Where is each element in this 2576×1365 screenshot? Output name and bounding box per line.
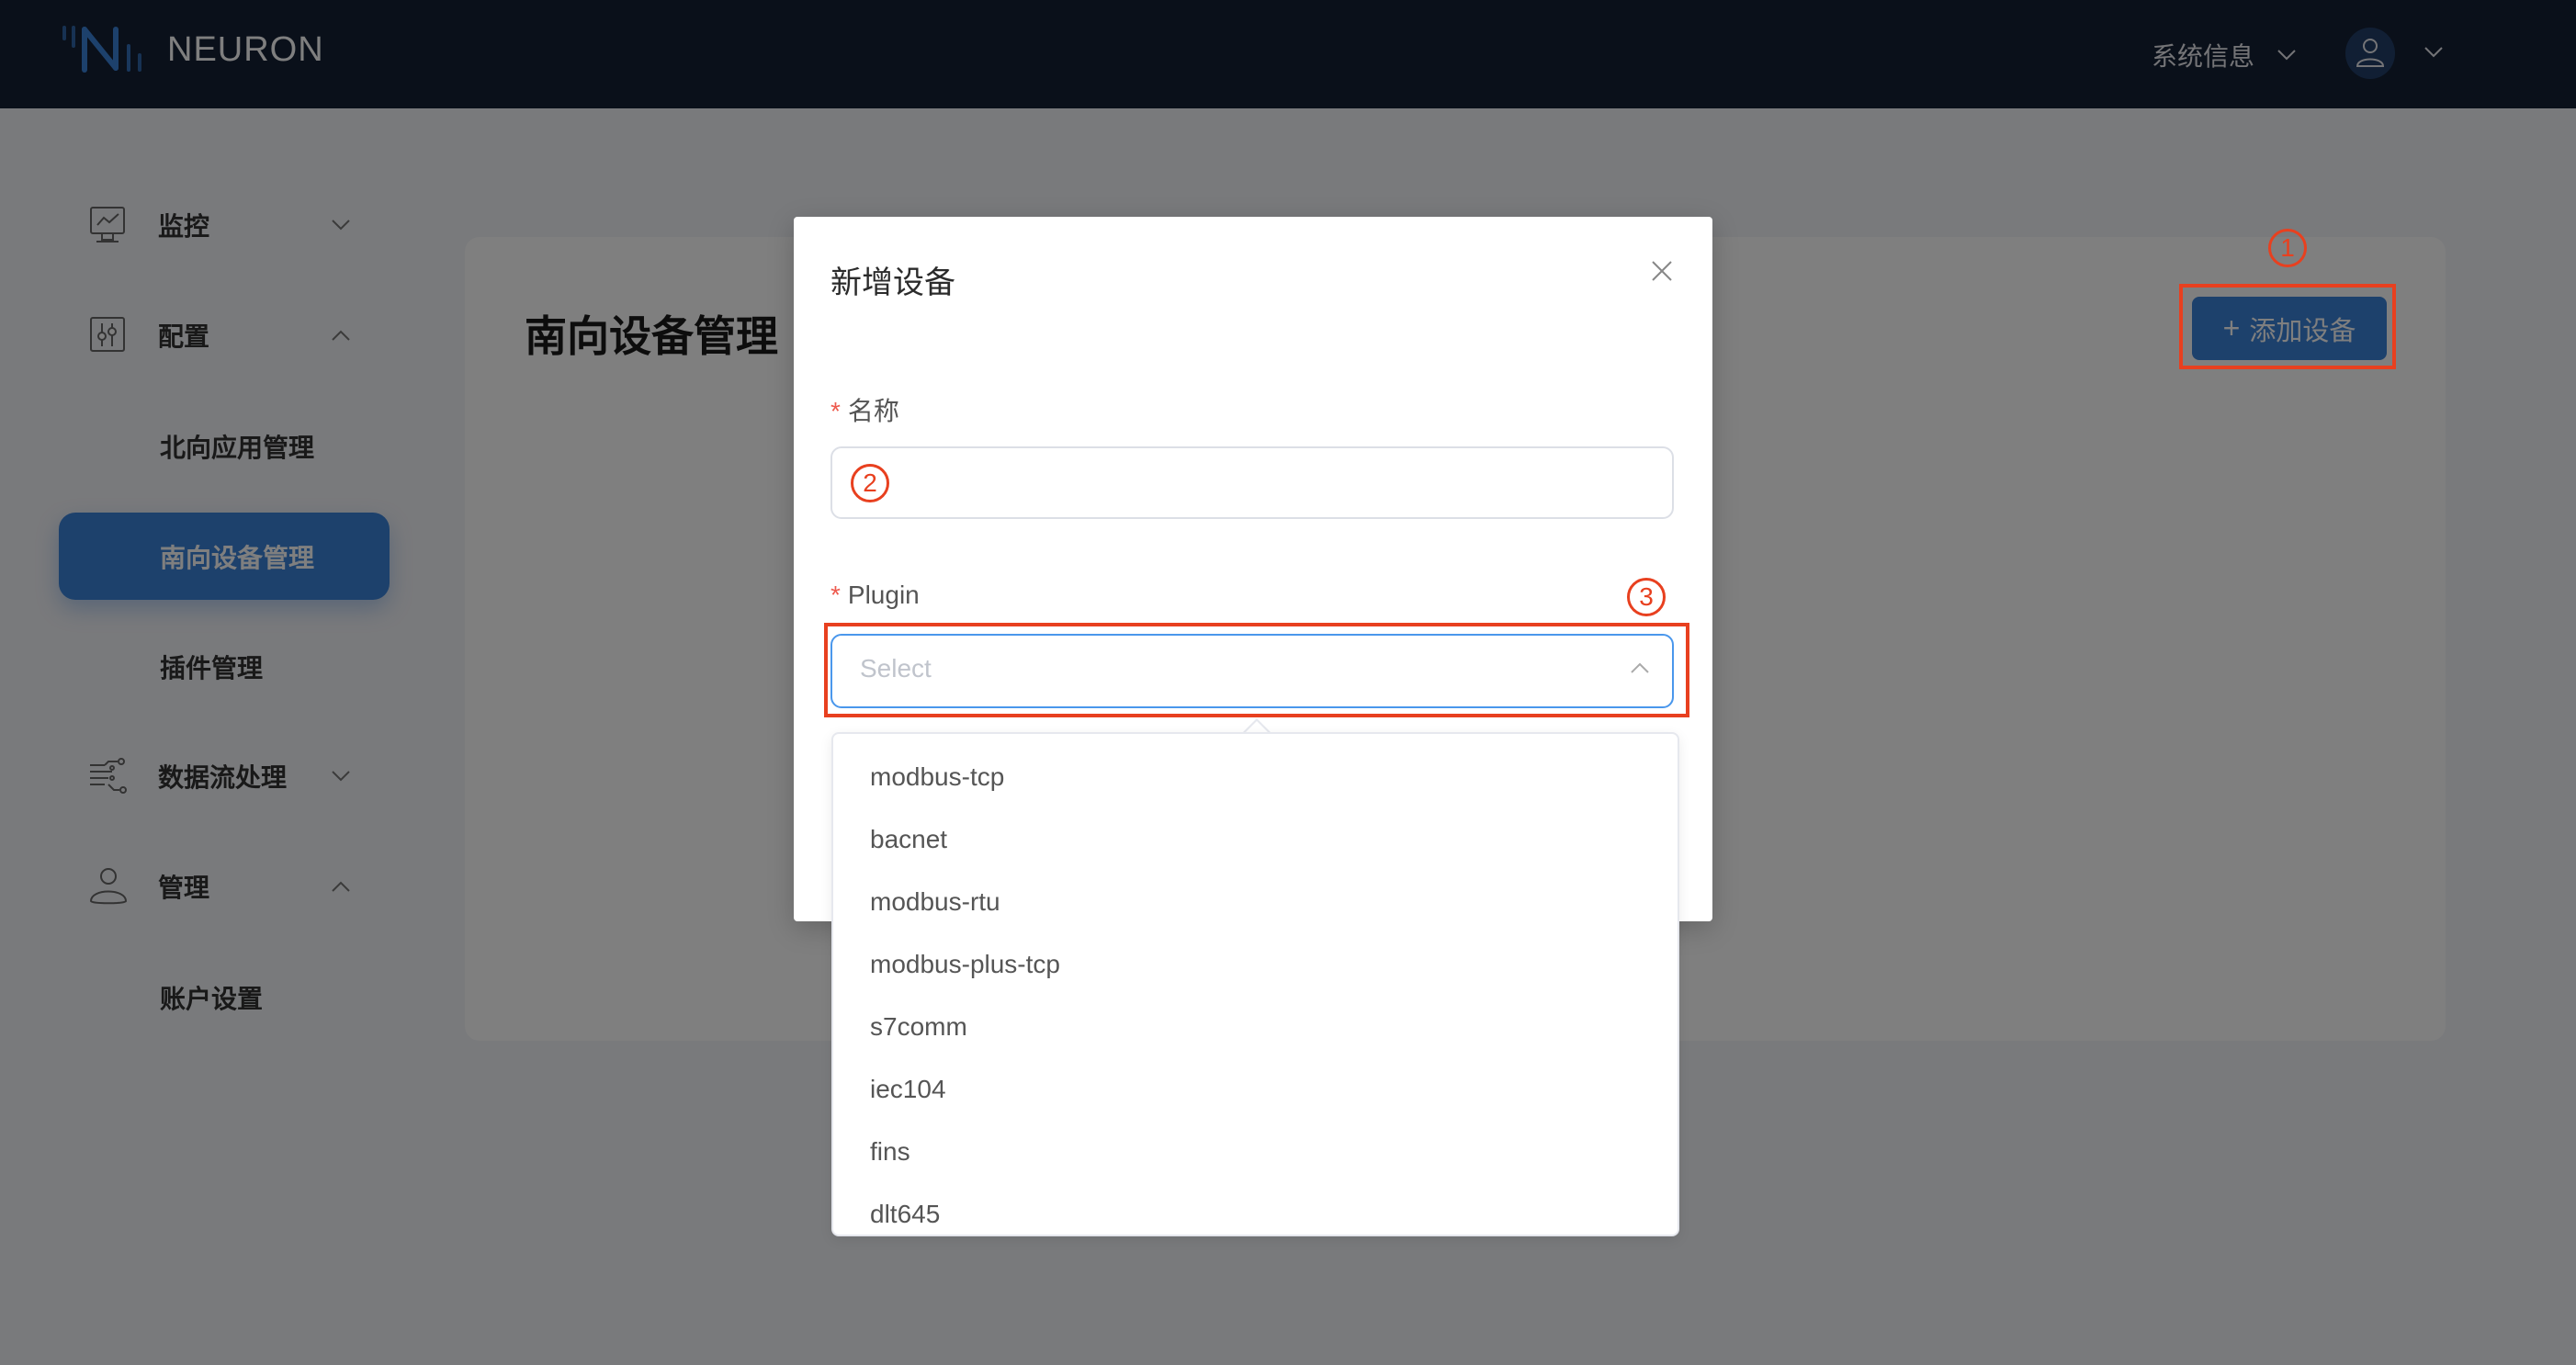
close-icon[interactable]: [1648, 257, 1676, 285]
name-field-label: * 名称: [830, 391, 899, 428]
plugin-option[interactable]: iec104: [833, 1058, 1678, 1121]
plugin-option[interactable]: fins: [833, 1121, 1678, 1183]
annotation-marker: 3: [1627, 578, 1666, 616]
plugin-option[interactable]: modbus-plus-tcp: [833, 933, 1678, 996]
plugin-options-dropdown: modbus-tcp bacnet modbus-rtu modbus-plus…: [831, 732, 1679, 1236]
dialog-title: 新增设备: [830, 265, 955, 300]
plugin-option[interactable]: modbus-rtu: [833, 871, 1678, 933]
required-asterisk: *: [830, 397, 841, 425]
annotation-marker: 2: [851, 464, 889, 502]
device-name-input[interactable]: 2: [830, 446, 1674, 519]
annotation-box-add-button: [2179, 284, 2396, 369]
plugin-option[interactable]: dlt645: [833, 1183, 1678, 1235]
plugin-option[interactable]: modbus-tcp: [833, 746, 1678, 808]
annotation-marker: 1: [2268, 229, 2307, 267]
dropdown-pointer: [1242, 718, 1271, 734]
plugin-option[interactable]: s7comm: [833, 996, 1678, 1058]
name-label-text: 名称: [847, 397, 899, 425]
plugin-label-text: Plugin: [847, 581, 920, 609]
plugin-field-label: * Plugin: [830, 581, 920, 610]
annotation-box-plugin-select: [824, 623, 1689, 717]
required-asterisk: *: [830, 581, 841, 609]
plugin-option[interactable]: bacnet: [833, 808, 1678, 871]
